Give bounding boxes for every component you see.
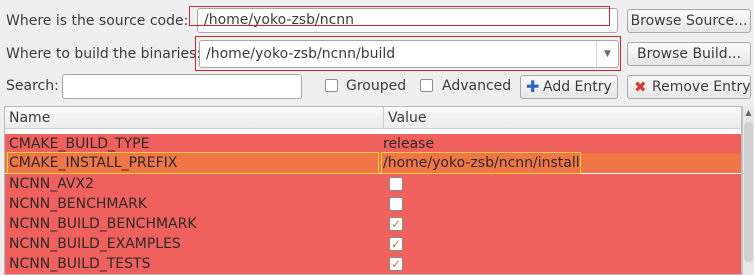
row-name: CMAKE_BUILD_TYPE <box>9 136 150 152</box>
browse-build-button[interactable]: Browse Build... <box>627 42 751 66</box>
row-name: NCNN_BUILD_EXAMPLES <box>9 236 181 252</box>
source-highlight-box <box>189 6 610 26</box>
cache-table: Name Value CMAKE_BUILD_TYPE release CMAK… <box>4 106 742 275</box>
add-entry-label: Add Entry <box>543 79 612 95</box>
browse-source-button[interactable]: Browse Source... <box>627 9 751 33</box>
table-row[interactable]: NCNN_BUILD_EXAMPLES ✓ <box>5 234 741 254</box>
grouped-label: Grouped <box>346 78 407 94</box>
column-header-name[interactable]: Name <box>9 110 50 126</box>
add-entry-button[interactable]: ✚ Add Entry <box>520 75 618 99</box>
build-highlight-box <box>195 36 621 71</box>
advanced-label: Advanced <box>442 78 512 94</box>
scroll-up-icon[interactable]: ▲ <box>743 108 754 117</box>
browse-source-label: Browse Source... <box>630 13 748 29</box>
row-name: NCNN_BUILD_TESTS <box>9 256 151 272</box>
row-checkbox-checked[interactable]: ✓ <box>389 237 403 251</box>
row-name: NCNN_BENCHMARK <box>9 196 147 212</box>
row-checkbox[interactable] <box>389 197 403 211</box>
row-checkbox[interactable] <box>389 177 403 191</box>
remove-icon: ✖ <box>634 78 647 96</box>
search-input[interactable] <box>62 74 302 99</box>
search-label: Search: <box>6 78 59 94</box>
remove-entry-label: Remove Entry <box>652 79 751 95</box>
plus-icon: ✚ <box>526 77 540 96</box>
selection-outline-value <box>381 152 581 174</box>
advanced-checkbox[interactable] <box>420 79 433 92</box>
selection-outline-name <box>7 152 379 174</box>
row-name: NCNN_BUILD_BENCHMARK <box>9 216 197 232</box>
row-checkbox-checked[interactable]: ✓ <box>389 257 403 271</box>
row-name: NCNN_AVX2 <box>9 176 94 192</box>
grouped-checkbox[interactable] <box>325 79 338 92</box>
table-header: Name Value <box>5 107 741 129</box>
browse-build-label: Browse Build... <box>637 46 741 62</box>
table-row[interactable]: NCNN_BENCHMARK <box>5 194 741 214</box>
row-value[interactable]: release <box>383 136 434 152</box>
table-row[interactable]: NCNN_BUILD_BENCHMARK ✓ <box>5 214 741 234</box>
table-row[interactable]: NCNN_AVX2 <box>5 174 741 194</box>
column-header-value[interactable]: Value <box>383 107 426 129</box>
remove-entry-button[interactable]: ✖ Remove Entry <box>627 75 751 99</box>
source-label: Where is the source code: <box>6 13 189 29</box>
build-label: Where to build the binaries: <box>6 46 202 62</box>
table-scrollbar[interactable]: ▲ <box>742 106 754 275</box>
table-row[interactable]: CMAKE_BUILD_TYPE release <box>5 134 741 154</box>
scrollbar-thumb[interactable] <box>744 122 753 262</box>
table-row[interactable]: NCNN_BUILD_TESTS ✓ <box>5 254 741 274</box>
row-checkbox-checked[interactable]: ✓ <box>389 217 403 231</box>
